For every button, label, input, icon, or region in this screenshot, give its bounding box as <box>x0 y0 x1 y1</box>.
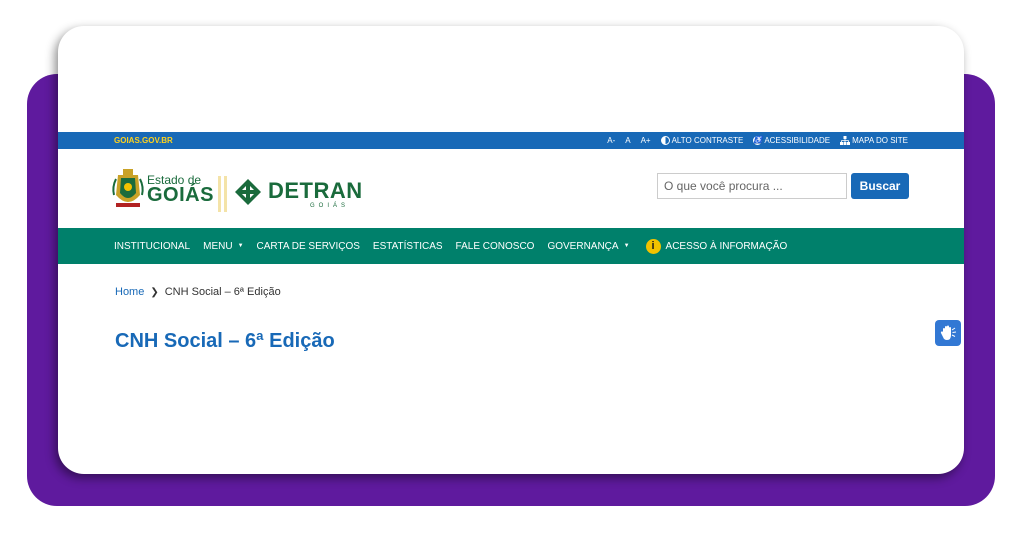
nav-item-carta-de-servicos[interactable]: CARTA DE SERVIÇOS <box>257 241 360 252</box>
detran-logo-text: DETRAN <box>268 178 363 203</box>
goias-logo[interactable]: Estado de GOIÁS <box>110 165 220 213</box>
nav-item-institucional[interactable]: INSTITUCIONAL <box>114 241 190 252</box>
logo-divider <box>224 176 227 212</box>
breadcrumb-current: CNH Social – 6ª Edição <box>164 286 281 298</box>
vlibras-widget-button[interactable] <box>935 320 961 346</box>
detran-logo[interactable]: DETRAN GOIÁS <box>234 175 364 215</box>
breadcrumb-home-link[interactable]: Home <box>115 286 144 298</box>
site-header: Estado de GOIÁS DETRAN GOIÁS Buscar <box>58 149 964 229</box>
sitemap-label: MAPA DO SITE <box>852 136 908 145</box>
search-button[interactable]: Buscar <box>851 173 909 199</box>
accessibility-button[interactable]: ♿ ACESSIBILIDADE <box>753 136 830 145</box>
high-contrast-label: ALTO CONTRASTE <box>671 136 744 145</box>
nav-item-menu[interactable]: MENU ▼ <box>203 241 243 252</box>
nav-item-fale-conosco[interactable]: FALE CONOSCO <box>456 241 535 252</box>
detran-diamond-icon <box>235 179 261 205</box>
font-increase-button[interactable]: A+ <box>641 136 651 145</box>
sitemap-button[interactable]: MAPA DO SITE <box>840 136 908 145</box>
logo-divider <box>218 176 221 212</box>
accessibility-icon: ♿ <box>753 136 763 145</box>
chevron-right-icon: ❯ <box>150 286 159 298</box>
detran-logo-subtext: GOIÁS <box>310 203 350 209</box>
main-navigation: INSTITUCIONAL MENU ▼ CARTA DE SERVIÇOS E… <box>58 228 964 264</box>
breadcrumb: Home ❯ CNH Social – 6ª Edição <box>115 286 281 298</box>
page-title: CNH Social – 6ª Edição <box>115 330 335 352</box>
sitemap-icon <box>840 136 851 145</box>
goias-logo-big-text: GOIÁS <box>147 184 214 206</box>
nav-item-label: CARTA DE SERVIÇOS <box>256 240 360 252</box>
font-normal-button[interactable]: A <box>625 136 630 145</box>
high-contrast-button[interactable]: ALTO CONTRASTE <box>660 136 744 145</box>
nav-item-label: ESTATÍSTICAS <box>372 240 443 252</box>
browser-card: GOIAS.GOV.BR A- A A+ ALTO CONTRASTE ♿ AC… <box>58 26 964 474</box>
nav-item-label: GOVERNANÇA <box>547 240 619 252</box>
goias-gov-link[interactable]: GOIAS.GOV.BR <box>114 136 173 145</box>
accessibility-toolbar: A- A A+ ALTO CONTRASTE ♿ ACESSIBILIDADE <box>607 132 908 149</box>
accessibility-label: ACESSIBILIDADE <box>764 136 831 145</box>
font-decrease-button[interactable]: A- <box>607 136 615 145</box>
nav-item-label: MENU <box>203 240 233 252</box>
nav-item-label: ACESSO À INFORMAÇÃO <box>665 240 788 252</box>
goias-crest-icon <box>112 169 144 207</box>
government-bar: GOIAS.GOV.BR A- A A+ ALTO CONTRASTE ♿ AC… <box>58 132 964 149</box>
nav-item-governanca[interactable]: GOVERNANÇA ▼ <box>547 241 629 252</box>
contrast-icon <box>660 136 670 145</box>
nav-item-estatisticas[interactable]: ESTATÍSTICAS <box>373 241 443 252</box>
chevron-down-icon: ▼ <box>623 243 630 249</box>
search-input[interactable] <box>657 173 847 199</box>
chevron-down-icon: ▼ <box>237 243 244 249</box>
info-icon: i <box>645 238 661 254</box>
nav-item-label: INSTITUCIONAL <box>114 240 191 252</box>
nav-item-acesso-informacao[interactable]: i ACESSO À INFORMAÇÃO <box>643 238 788 254</box>
nav-item-label: FALE CONOSCO <box>455 240 535 252</box>
sign-language-hand-icon <box>940 325 957 340</box>
